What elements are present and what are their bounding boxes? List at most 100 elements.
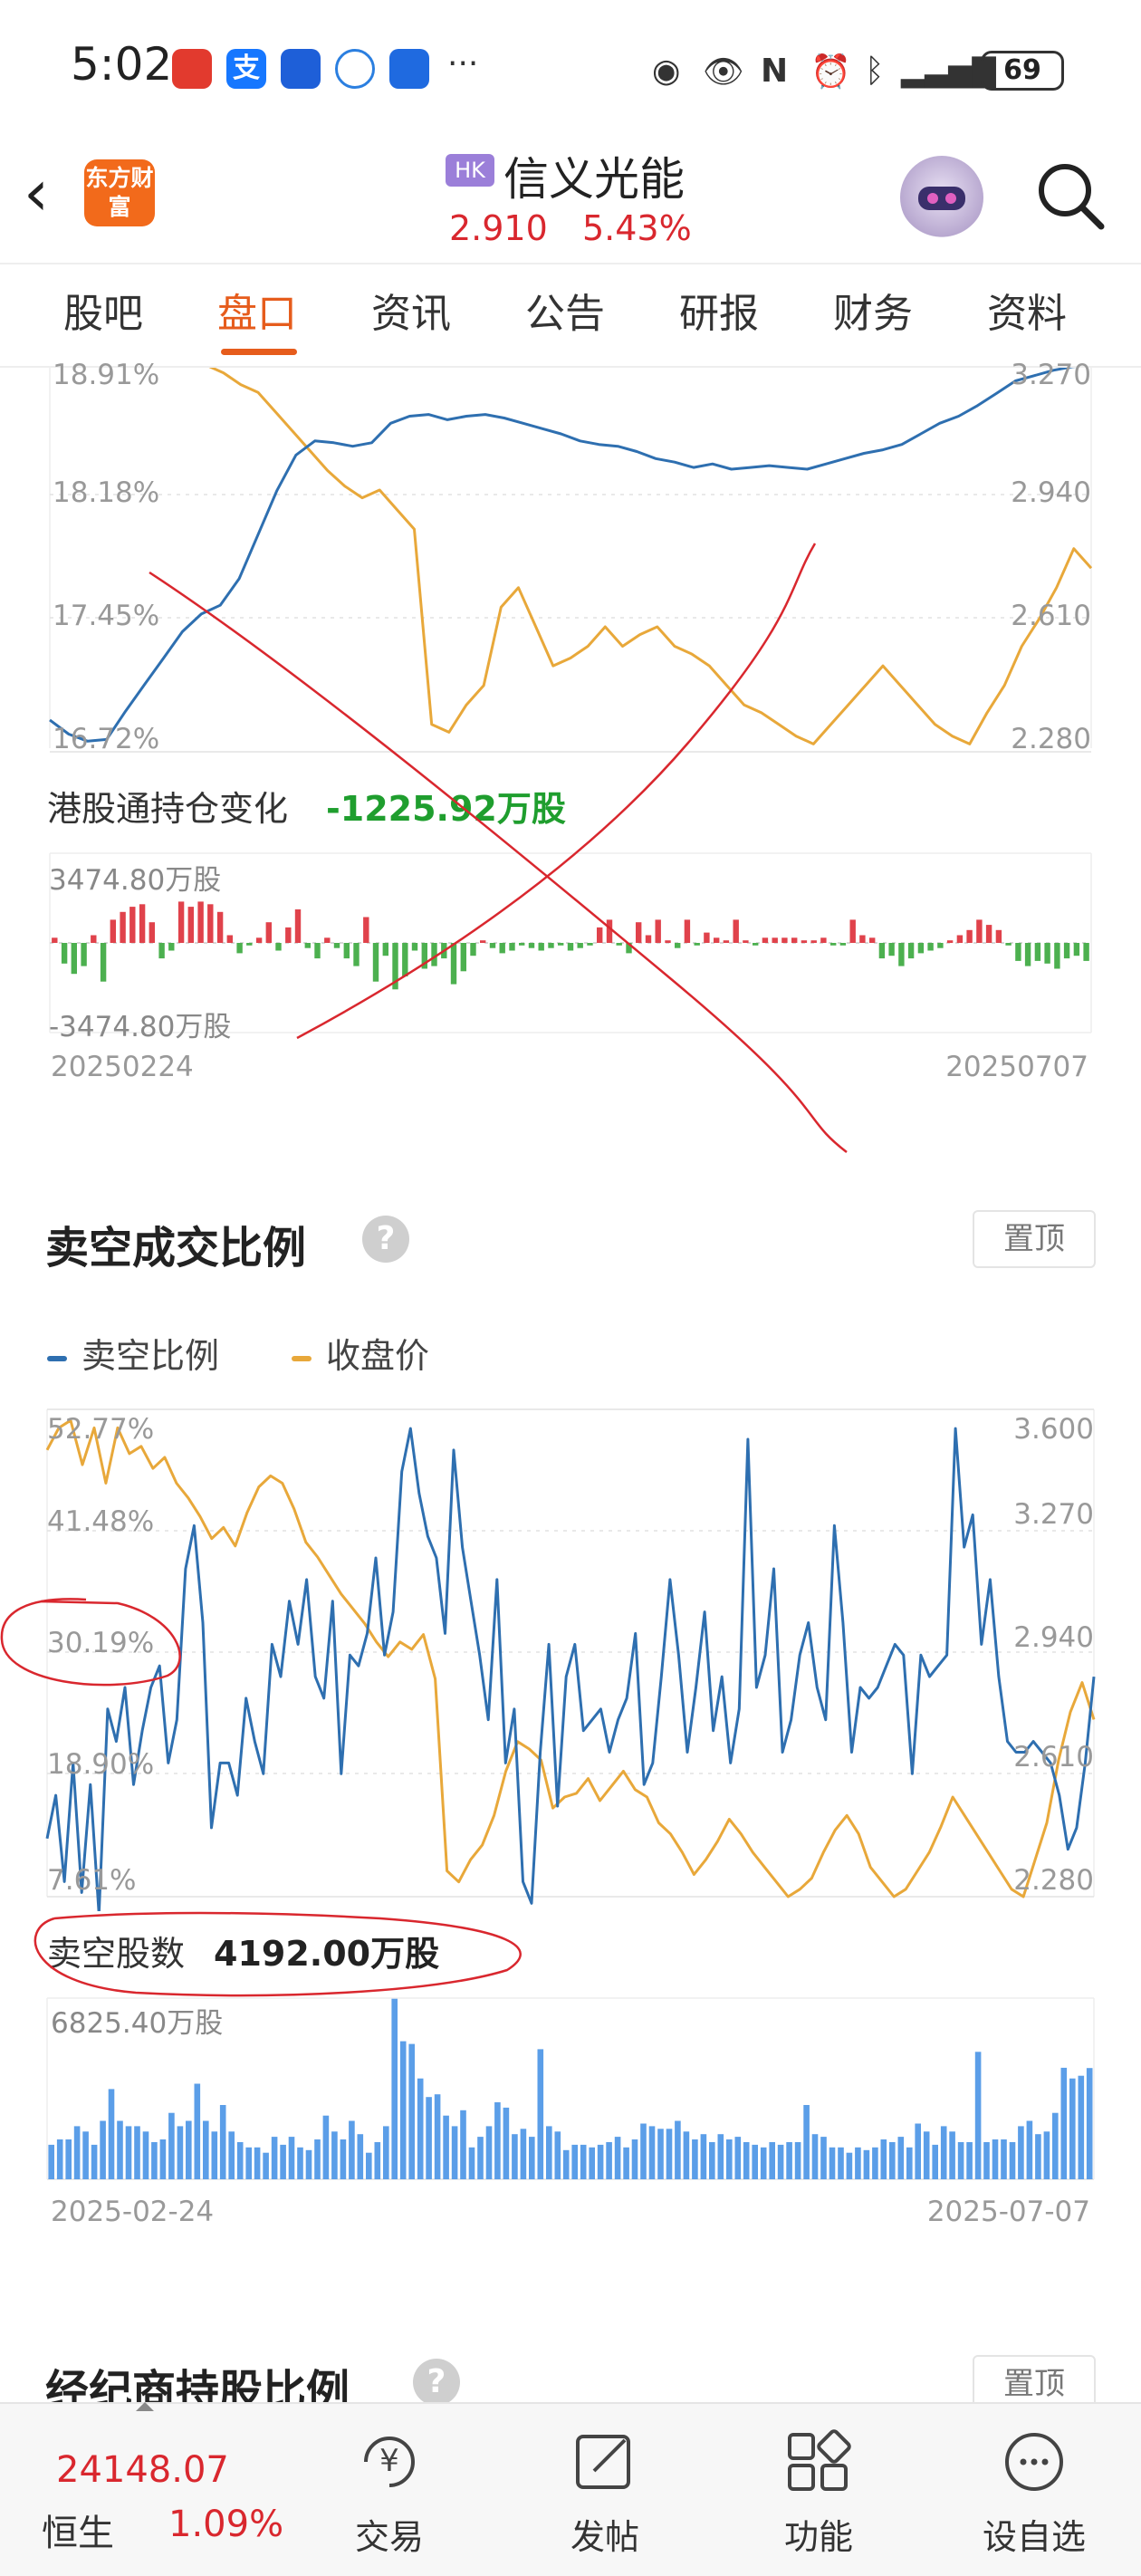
flow-bar: [1015, 943, 1021, 961]
flow-bar: [421, 943, 427, 969]
expand-caret-icon[interactable]: [136, 2402, 154, 2411]
index-value[interactable]: 24148.07: [56, 2449, 229, 2491]
volume-bar: [228, 2131, 235, 2179]
volume-bar: [434, 2094, 441, 2179]
tab-news[interactable]: 资讯: [371, 281, 451, 339]
flow-min-label: -3474.80万股: [49, 1011, 232, 1043]
volume-bar: [709, 2142, 715, 2179]
volume-bar: [271, 2137, 278, 2179]
flow-bar: [139, 904, 146, 943]
volume-bar: [897, 2137, 905, 2179]
volume-bar: [529, 2137, 535, 2179]
volume-bar: [142, 2131, 149, 2179]
post-icon[interactable]: [532, 2429, 677, 2498]
flow-bar: [509, 943, 515, 951]
flow-bar: [655, 919, 661, 943]
robot-assistant-avatar[interactable]: [900, 156, 983, 239]
tab-pankou[interactable]: 盘口: [217, 281, 297, 339]
volume-bar: [134, 2126, 140, 2179]
nav-add-watchlist[interactable]: 设自选: [962, 2509, 1107, 2559]
back-arrow-icon[interactable]: ‹: [24, 161, 49, 225]
volume-bar: [263, 2152, 269, 2179]
flow-bar: [762, 937, 769, 943]
flow-bar: [392, 943, 398, 990]
flow-bar: [71, 943, 77, 975]
flow-bar: [294, 909, 302, 943]
flow-bar: [480, 940, 486, 943]
volume-bar: [1086, 2068, 1093, 2179]
flow-bar: [723, 940, 730, 943]
tab-announcements[interactable]: 公告: [525, 281, 605, 339]
stock-change-pct: 5.43%: [582, 208, 692, 248]
tab-research[interactable]: 研报: [679, 281, 759, 339]
volume-bar: [186, 2120, 192, 2179]
volume-bar: [460, 2110, 466, 2179]
volume-bar: [1052, 2112, 1059, 2179]
eye-icon: 👁: [703, 53, 744, 91]
index-change[interactable]: 1.09%: [168, 2504, 283, 2545]
volume-bar: [1060, 2067, 1068, 2179]
volume-bar: [683, 2131, 690, 2179]
flow-bar: [226, 935, 233, 943]
volume-bar: [717, 2134, 724, 2179]
volume-bar: [992, 2139, 999, 2179]
index-name[interactable]: 恒生: [42, 2504, 114, 2556]
trade-icon[interactable]: ¥: [317, 2429, 462, 2498]
volume-bar: [554, 2131, 561, 2179]
volume-bar: [322, 2115, 330, 2179]
app-notification-icon: [172, 49, 212, 89]
volume-bar: [546, 2126, 552, 2179]
legend-short-ratio[interactable]: 卖空比例: [47, 1328, 219, 1378]
holding-ratio-line: [49, 368, 1077, 743]
volume-bar: [623, 2147, 629, 2179]
flow-bar: [966, 929, 973, 943]
volume-bar: [168, 2112, 175, 2179]
help-icon[interactable]: ?: [362, 1216, 409, 1263]
tab-bar: 股吧 盘口 资讯 公告 研报 财务 资料: [0, 281, 1141, 364]
volume-bar: [82, 2131, 89, 2179]
tab-profile[interactable]: 资料: [987, 281, 1067, 339]
volume-bar: [880, 2139, 887, 2179]
volume-bar: [194, 2083, 201, 2179]
volume-bar: [1009, 2142, 1016, 2179]
function-grid-icon[interactable]: [746, 2429, 891, 2498]
flow-bar: [587, 943, 593, 946]
top-left-tick: 18.18%: [53, 476, 160, 509]
nav-post[interactable]: 发帖: [532, 2509, 677, 2559]
nfc-icon: N: [761, 53, 789, 90]
more-circle-icon[interactable]: [962, 2429, 1107, 2498]
volume-bar: [829, 2147, 836, 2179]
tab-finance[interactable]: 财务: [833, 281, 913, 339]
flow-bar: [743, 940, 749, 943]
volume-bar: [254, 2147, 261, 2179]
volume-bar: [906, 2147, 913, 2179]
top-right-tick: 2.940: [1011, 476, 1091, 509]
flow-bar: [120, 911, 126, 943]
stock-name[interactable]: 信义光能: [503, 143, 685, 208]
volume-bar: [117, 2120, 123, 2179]
search-icon[interactable]: [1034, 159, 1107, 235]
flow-bar: [353, 943, 360, 966]
flow-bar: [519, 943, 525, 946]
flow-bar: [129, 907, 136, 943]
volume-bar: [357, 2134, 364, 2179]
short-section-title: 卖空成交比例: [45, 1223, 307, 1274]
volume-bar: [932, 2144, 938, 2179]
volume-bar: [846, 2152, 853, 2179]
nav-trade[interactable]: 交易: [317, 2509, 462, 2559]
pin-top-button[interactable]: 置顶: [973, 1210, 1096, 1268]
volume-bar: [863, 2149, 870, 2179]
tab-guba[interactable]: 股吧: [63, 281, 143, 339]
volume-bar: [1001, 2139, 1007, 2179]
alarm-icon: ⏰: [810, 53, 851, 91]
eastmoney-logo: 东方财富: [84, 159, 155, 226]
volume-bar: [769, 2142, 775, 2179]
flow-bar: [304, 943, 311, 948]
volume-bar: [820, 2137, 827, 2179]
help-icon[interactable]: ?: [413, 2359, 460, 2406]
nav-function[interactable]: 功能: [746, 2509, 891, 2559]
legend-close-price[interactable]: 收盘价: [292, 1328, 429, 1378]
volume-bar: [399, 2041, 407, 2179]
flow-bar: [810, 940, 817, 943]
top-right-tick: 2.280: [1011, 723, 1091, 755]
